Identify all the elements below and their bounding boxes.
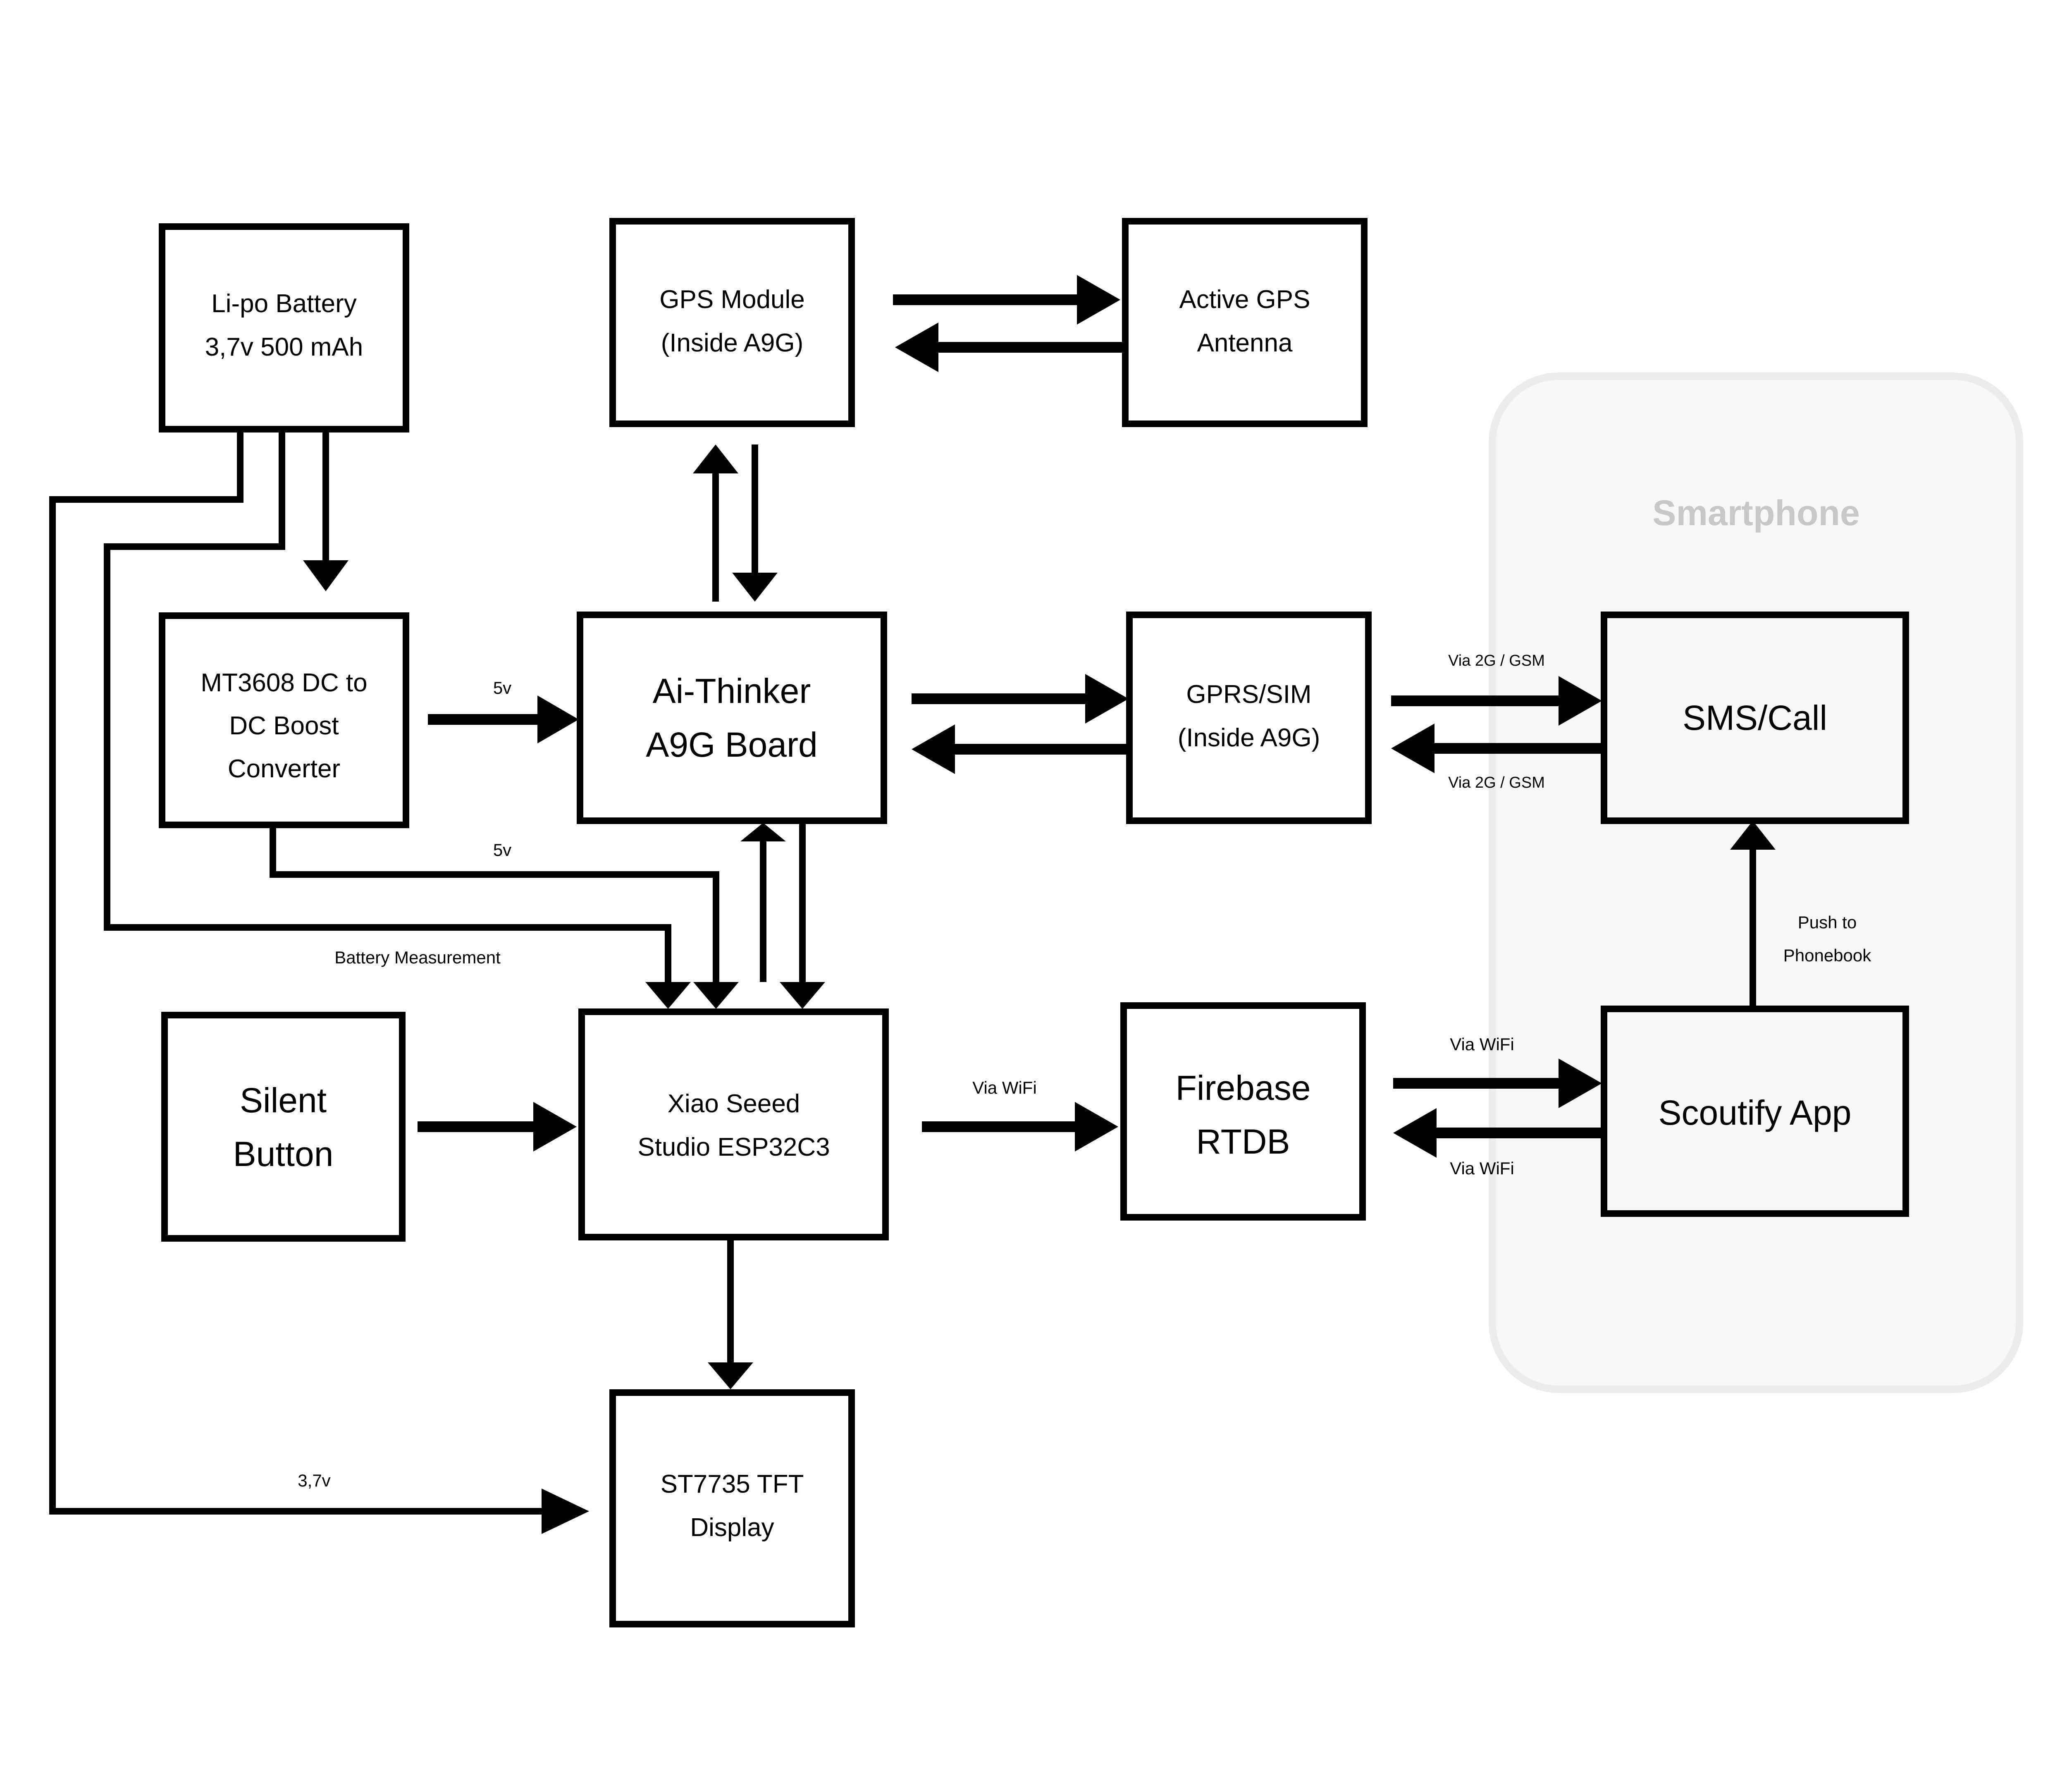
edge-battery-measurement-arrowhead [645, 982, 691, 1009]
edge-battery-to-tft-arrowhead [542, 1489, 589, 1534]
edge-battery-to-boost-arrowhead [303, 560, 348, 591]
edge-a9g-to-gps-arrowhead [693, 444, 738, 473]
node-gps-antenna-label-line1: Active GPS [1179, 285, 1310, 314]
node-gps-antenna-box[interactable] [1122, 218, 1368, 427]
node-silent-button-label-line1: Silent [240, 1081, 327, 1120]
edge-label-firebase-to-scoutify: Via WiFi [1450, 1035, 1514, 1054]
node-firebase-rtdb-label-line2: RTDB [1196, 1122, 1290, 1161]
node-a9g-board-label-line2: A9G Board [646, 725, 818, 764]
node-battery-box[interactable] [159, 223, 409, 432]
node-tft-display-box[interactable] [609, 1389, 855, 1627]
node-gps-module-label-line1: GPS Module [659, 285, 805, 314]
node-a9g-board-label-line1: Ai-Thinker [653, 671, 811, 710]
node-scoutify-app-label: Scoutify App [1659, 1093, 1852, 1132]
node-gprs-sim-label-line2: (Inside A9G) [1178, 724, 1320, 752]
edge-a9g-esp32-pair [740, 823, 825, 1009]
edge-label-battery-measurement: Battery Measurement [334, 948, 501, 967]
block-diagram-canvas: Smartphone 3,7v Battery Measurement 5v 5… [0, 0, 2067, 1792]
node-sms-call-label: SMS/Call [1683, 698, 1827, 737]
edge-esp32-to-tft [708, 1236, 753, 1389]
node-silent-button-label-line2: Button [233, 1135, 334, 1173]
node-firebase-rtdb[interactable]: Firebase RTDB [1120, 1002, 1366, 1221]
node-tft-display-label-line2: Display [690, 1513, 774, 1542]
edge-label-boost-to-a9g: 5v [493, 678, 511, 698]
node-gps-antenna-label-line2: Antenna [1197, 329, 1293, 357]
node-esp32c3-label-line1: Xiao Seeed [668, 1090, 800, 1118]
edge-a9g-to-esp32-arrowhead [780, 982, 825, 1009]
edge-a9g-to-gprs-arrowhead [1085, 674, 1129, 724]
edge-sms-to-gprs-arrowhead [1391, 724, 1434, 773]
edge-gps-to-a9g-arrowhead [732, 573, 778, 602]
node-battery-label-line1: Li-po Battery [211, 289, 357, 318]
edge-boost-to-esp32-arrowhead [693, 982, 739, 1009]
edge-label-scoutify-to-sms-line1: Push to [1798, 913, 1857, 932]
edge-battery-to-tft-line [49, 430, 542, 1515]
edge-label-gprs-to-sms-up: Via 2G / GSM [1448, 652, 1545, 669]
edge-gps-to-antenna-arrowhead [1077, 275, 1120, 325]
node-a9g-board[interactable]: Ai-Thinker A9G Board [577, 612, 887, 824]
node-firebase-rtdb-label-line1: Firebase [1176, 1068, 1311, 1107]
edge-silent-to-esp32 [418, 1102, 577, 1152]
node-boost-converter-label-line1: MT3608 DC to [200, 669, 367, 697]
edge-boost-to-a9g-arrowhead [537, 695, 579, 743]
edge-antenna-to-gps-arrowhead [895, 323, 938, 372]
smartphone-label: Smartphone [1652, 493, 1860, 533]
node-tft-display-label-line1: ST7735 TFT [661, 1470, 804, 1498]
node-battery[interactable]: Li-po Battery 3,7v 500 mAh [159, 223, 409, 432]
node-gps-module[interactable]: GPS Module (Inside A9G) [609, 218, 855, 427]
edge-boost-to-a9g: 5v [428, 678, 579, 743]
node-boost-converter-label-line3: Converter [228, 755, 340, 783]
node-firebase-rtdb-box[interactable] [1120, 1002, 1366, 1221]
node-esp32c3[interactable]: Xiao Seeed Studio ESP32C3 [578, 1008, 889, 1240]
edge-gps-antenna-pair [893, 275, 1122, 372]
edge-esp32-to-a9g-arrowhead [740, 823, 786, 841]
edge-silent-to-esp32-arrowhead [533, 1102, 577, 1152]
edge-scoutify-to-firebase-arrowhead [1393, 1108, 1437, 1158]
node-gps-module-label-line2: (Inside A9G) [661, 329, 804, 357]
edge-esp32-to-firebase-arrowhead [1075, 1102, 1118, 1152]
node-gprs-sim[interactable]: GPRS/SIM (Inside A9G) [1126, 612, 1372, 824]
node-battery-label-line2: 3,7v 500 mAh [205, 333, 363, 361]
diagram-svg: Smartphone 3,7v Battery Measurement 5v 5… [49, 218, 2023, 1627]
node-gps-module-box[interactable] [609, 218, 855, 427]
node-gprs-sim-box[interactable] [1126, 612, 1372, 824]
edge-label-esp32-to-firebase: Via WiFi [972, 1078, 1037, 1097]
edge-label-boost-to-esp32: 5v [493, 840, 511, 860]
edge-esp32-to-firebase: Via WiFi [922, 1078, 1118, 1152]
node-boost-converter-label-line2: DC Boost [229, 712, 339, 740]
node-a9g-board-box[interactable] [577, 612, 887, 824]
node-esp32c3-box[interactable] [578, 1008, 889, 1240]
node-gprs-sim-label-line1: GPRS/SIM [1186, 680, 1311, 709]
edge-esp32-to-tft-arrowhead [708, 1362, 753, 1389]
edge-label-scoutify-to-sms-line2: Phonebook [1783, 946, 1872, 965]
edge-label-battery-to-tft: 3,7v [298, 1471, 330, 1490]
node-silent-button-box[interactable] [161, 1012, 406, 1242]
edge-label-gprs-to-sms-down: Via 2G / GSM [1448, 774, 1545, 791]
edge-gprs-to-a9g-arrowhead [912, 724, 955, 774]
edge-a9g-gps-pair [693, 444, 778, 602]
node-boost-converter[interactable]: MT3608 DC to DC Boost Converter [159, 612, 409, 828]
battery-connections: 3,7v Battery Measurement [49, 430, 691, 1534]
node-tft-display[interactable]: ST7735 TFT Display [609, 1389, 855, 1627]
node-esp32c3-label-line2: Studio ESP32C3 [637, 1133, 830, 1161]
edge-label-scoutify-to-firebase: Via WiFi [1450, 1159, 1514, 1178]
node-silent-button[interactable]: Silent Button [161, 1012, 406, 1242]
node-gps-antenna[interactable]: Active GPS Antenna [1122, 218, 1368, 427]
edge-a9g-gprs-pair [912, 674, 1129, 774]
